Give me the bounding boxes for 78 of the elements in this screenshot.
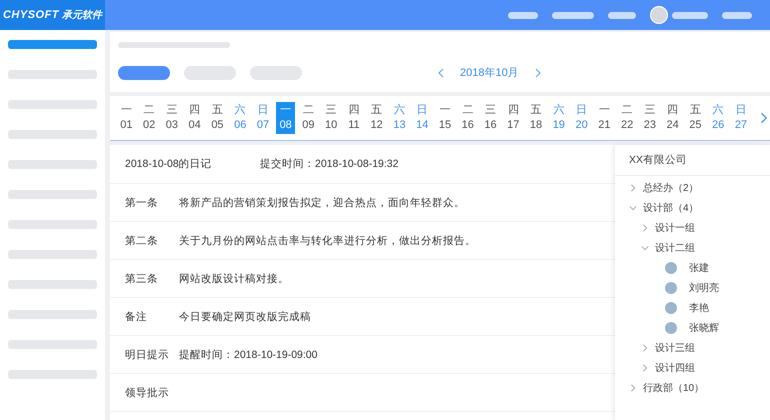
- tree-node-label[interactable]: 行政部（10）: [643, 381, 704, 395]
- sidebar-item[interactable]: [8, 40, 97, 49]
- calendar-day[interactable]: 四 11: [342, 102, 366, 134]
- sidebar-item[interactable]: [8, 280, 97, 289]
- avatar: [665, 322, 677, 334]
- submit-time: 提交时间：2018-10-08-19:32: [260, 157, 398, 171]
- row-label: 第二条: [125, 234, 159, 248]
- tree-node-label[interactable]: 设计二组: [655, 241, 695, 255]
- calendar-day[interactable]: 五 12: [365, 102, 388, 134]
- sidebar-item[interactable]: [8, 100, 97, 109]
- row-text: 今日要确定网页改版完成稿: [179, 310, 311, 324]
- previous-month-icon[interactable]: [436, 68, 446, 78]
- row-label: 第一条: [125, 196, 159, 210]
- tree-node-label[interactable]: 设计部（4）: [643, 201, 699, 215]
- sidebar-item[interactable]: [8, 370, 97, 379]
- calendar-day[interactable]: 四 24: [661, 102, 684, 134]
- tree-node-label[interactable]: 总经办（2）: [643, 181, 699, 195]
- calendar-day[interactable]: 三 16: [479, 102, 502, 134]
- chevron-icon[interactable]: [629, 184, 637, 192]
- row-label: 备注: [125, 310, 148, 324]
- row-text: 提醒时间：2018-10-19-09:00: [179, 348, 318, 362]
- next-month-icon[interactable]: [532, 68, 543, 78]
- chevron-icon[interactable]: [641, 364, 649, 372]
- placeholder-bar: [672, 12, 708, 18]
- row-label: 领导批示: [125, 386, 170, 400]
- calendar-day[interactable]: 二 02: [138, 102, 161, 134]
- tree-title: XX有限公司: [629, 153, 688, 167]
- logo: CHYSOFT 承元软件: [0, 0, 105, 30]
- avatar: [665, 282, 677, 294]
- person-name[interactable]: 李艳: [689, 301, 709, 315]
- row-text: 将新产品的营销策划报告拟定，迎合热点，面向年轻群众。: [179, 196, 465, 210]
- avatar: [665, 262, 677, 274]
- calendar-day[interactable]: 五 25: [684, 102, 707, 134]
- calendar-day[interactable]: 二 22: [616, 102, 638, 134]
- calendar-day[interactable]: 四 17: [502, 102, 525, 134]
- calendar-day[interactable]: 三 03: [160, 102, 184, 134]
- calendar-day[interactable]: 二 09: [297, 102, 320, 134]
- chevron-icon[interactable]: [641, 244, 649, 252]
- avatar: [665, 302, 677, 314]
- calendar-day[interactable]: 二 16: [456, 102, 480, 134]
- tree-node-label[interactable]: 设计一组: [655, 221, 695, 235]
- placeholder-bar: [608, 12, 636, 18]
- sidebar-item[interactable]: [8, 220, 97, 229]
- placeholder-bar: [508, 12, 538, 18]
- person-name[interactable]: 张建: [689, 261, 709, 275]
- row-label: 第三条: [125, 272, 159, 286]
- row-text: 网站改版设计稿对接。: [179, 272, 289, 286]
- sidebar-item[interactable]: [8, 250, 97, 259]
- tree-node-label[interactable]: 设计四组: [655, 361, 695, 375]
- month-label: 2018年10月: [460, 66, 519, 80]
- filter-tab[interactable]: [118, 66, 170, 80]
- person-name[interactable]: 张晓辉: [689, 321, 719, 335]
- sidebar-item[interactable]: [8, 340, 97, 349]
- calendar-day[interactable]: 一 21: [592, 102, 616, 134]
- sidebar-item[interactable]: [8, 310, 97, 319]
- calendar-day[interactable]: 五 18: [524, 102, 548, 134]
- chevron-icon[interactable]: [641, 344, 649, 352]
- calendar-day[interactable]: 一 15: [434, 102, 456, 134]
- calendar-day[interactable]: 四 04: [183, 102, 206, 134]
- calendar-day[interactable]: 三 23: [638, 102, 662, 134]
- calendar-day[interactable]: 五 05: [206, 102, 229, 134]
- avatar[interactable]: [650, 6, 668, 24]
- sidebar-item[interactable]: [8, 70, 97, 79]
- placeholder-bar: [722, 12, 752, 18]
- person-name[interactable]: 刘明亮: [689, 281, 719, 295]
- placeholder-bar: [552, 12, 594, 18]
- chevron-icon[interactable]: [629, 204, 637, 212]
- chevron-icon[interactable]: [641, 224, 649, 232]
- sidebar-item[interactable]: [8, 130, 97, 139]
- tree-node-label[interactable]: 设计三组: [655, 341, 695, 355]
- sidebar-item[interactable]: [8, 160, 97, 169]
- sidebar-item[interactable]: [8, 190, 97, 199]
- row-text: 关于九月份的网站点击率与转化率进行分析，做出分析报告。: [179, 234, 476, 248]
- calendar-day[interactable]: 一 01: [115, 102, 138, 134]
- chevron-icon[interactable]: [629, 384, 637, 392]
- diary-title: 2018-10-08的日记: [125, 157, 213, 171]
- calendar-day[interactable]: 三 10: [320, 102, 343, 134]
- row-label: 明日提示: [125, 348, 170, 362]
